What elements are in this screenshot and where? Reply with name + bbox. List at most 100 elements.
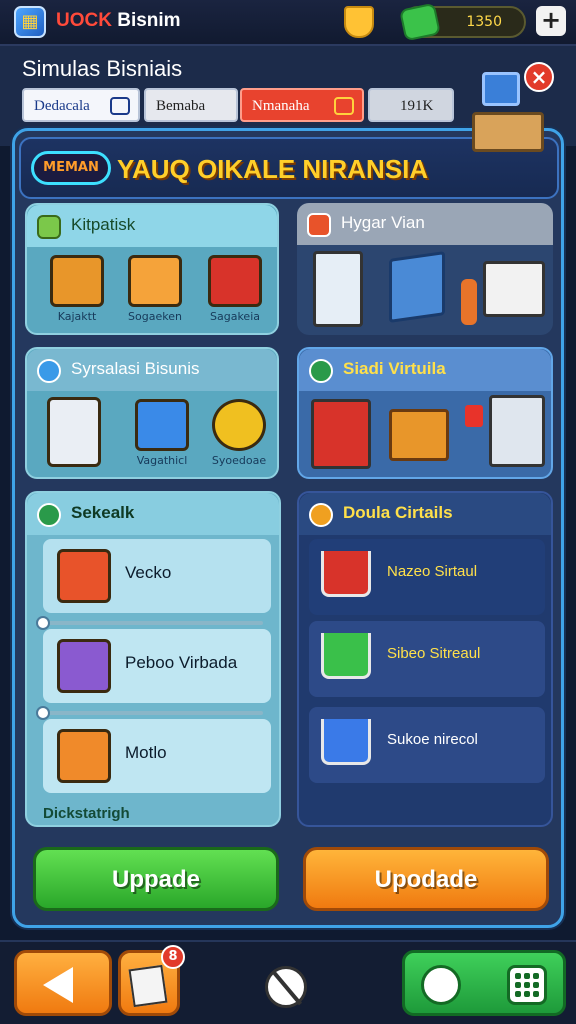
card-sekealk[interactable]: Sekealk Vecko Peboo Virbada Motlo Dickst… <box>25 491 281 827</box>
checkout-counter-icon <box>483 261 545 317</box>
card-hygar-vian[interactable]: Hygar Vian <box>297 203 553 335</box>
cash-icon <box>399 2 441 42</box>
item-tile[interactable]: Vagathicl <box>119 399 205 467</box>
center-disabled-icon[interactable] <box>265 966 307 1008</box>
row-label: Motlo <box>125 743 167 762</box>
card-title: Hygar Vian <box>341 213 425 232</box>
goods-box-icon <box>57 639 111 693</box>
row-label: Nazeo Sirtaul <box>387 563 478 580</box>
screen-icon <box>482 72 520 106</box>
shopping-cart-icon <box>321 551 371 597</box>
bag-icon <box>465 405 483 427</box>
title-prefix: UOCK <box>56 10 112 31</box>
page-title: Simulas Bisniais <box>22 56 183 81</box>
puzzle-icon <box>37 215 61 239</box>
row-label: Sibeo Sitreaul <box>387 645 481 662</box>
tab-bemaba[interactable]: Bemaba <box>144 88 238 122</box>
progress-slider[interactable] <box>36 706 263 720</box>
card-header: Hygar Vian <box>297 203 553 245</box>
gear-icon <box>309 503 333 527</box>
shopping-cart-icon <box>321 719 371 765</box>
tab-label: Bemaba <box>156 98 206 114</box>
produce-crate-icon <box>389 409 449 461</box>
close-button[interactable]: × <box>524 62 554 92</box>
card-header: Sekealk <box>27 493 279 535</box>
vending-machine-icon <box>313 251 363 327</box>
item-caption: Vagathicl <box>136 454 188 467</box>
fruit-basket-icon <box>57 729 111 783</box>
item-caption: Syoedoae <box>211 454 267 467</box>
slash-mark <box>271 970 303 1006</box>
gear-icon <box>334 97 354 115</box>
card-title: Sekealk <box>71 503 135 522</box>
item-caption: Sagakeia <box>210 310 260 323</box>
upgrade-button-left[interactable]: Uppade <box>33 847 279 911</box>
display-board-icon <box>389 251 445 323</box>
gear-icon <box>212 399 266 451</box>
tab-191k[interactable]: 191K <box>368 88 454 122</box>
card-title: Kitpatisk <box>71 215 136 234</box>
card-header: Syrsalasi Bisunis <box>27 349 277 391</box>
storefront-icon <box>311 399 371 469</box>
slider-knob[interactable] <box>36 706 50 720</box>
item-tile[interactable]: Sagakeia <box>197 255 273 323</box>
row-label: Peboo Virbada <box>125 653 238 672</box>
card-doula-cirtails[interactable]: Doula Cirtails Nazeo Sirtaul Sibeo Sitre… <box>297 491 553 827</box>
item-tile[interactable]: Kajaktt <box>41 255 113 323</box>
shopping-cart-icon <box>472 112 544 152</box>
slider-knob[interactable] <box>36 616 50 630</box>
game-logo-icon[interactable]: ▦ <box>14 6 46 38</box>
card-syrsalasi-bisunis[interactable]: Syrsalasi Bisunis Vagathicl Syoedoae <box>25 347 279 479</box>
list-item[interactable]: Peboo Virbada <box>43 629 271 703</box>
heart-icon[interactable] <box>421 965 461 1005</box>
item-caption: Kajaktt <box>57 310 97 323</box>
red-crate-icon <box>208 255 262 307</box>
shield-icon[interactable] <box>344 6 374 38</box>
item-tile[interactable]: Syoedoae <box>199 399 279 467</box>
list-item[interactable]: Sibeo Sitreaul <box>309 621 545 697</box>
upgrade-button-right[interactable]: Upodade <box>303 847 549 911</box>
app-title: UOCK Bisnim <box>56 10 181 32</box>
card-title: Syrsalasi Bisunis <box>71 359 200 378</box>
treasure-chest-icon <box>50 255 104 307</box>
tab-label: 191K <box>400 98 434 114</box>
shopping-cart-icon <box>321 633 371 679</box>
progress-slider[interactable] <box>36 616 263 630</box>
card-header: Kitpatisk <box>27 205 277 247</box>
card-title: Siadi Virtuila <box>343 359 446 378</box>
card-header: Doula Cirtails <box>299 493 551 535</box>
list-item[interactable]: Sukoe nirecol <box>309 707 545 783</box>
tab-label: Dedacala <box>34 98 90 114</box>
card-title: Doula Cirtails <box>343 503 453 522</box>
compass-icon <box>37 359 61 383</box>
tab-dedacala[interactable]: Dedacala <box>22 88 140 122</box>
card-footer-label: Dickstatrigh <box>43 805 130 822</box>
document-icon <box>128 964 168 1008</box>
gem-box-icon <box>128 255 182 307</box>
documents-button[interactable]: 8 <box>118 945 185 1016</box>
list-item[interactable]: Nazeo Sirtaul <box>309 539 545 615</box>
shopkeeper-icon <box>461 279 477 325</box>
tab-nmanaha[interactable]: Nmanaha <box>240 88 364 122</box>
shelf-tile[interactable] <box>43 397 105 467</box>
currency-value: 1350 <box>466 14 502 30</box>
currency-counter[interactable]: 1350 <box>399 2 526 42</box>
list-item[interactable]: Vecko <box>43 539 271 613</box>
title-suffix: Bisnim <box>111 10 181 31</box>
card-header: Siadi Virtuila <box>299 349 551 391</box>
back-arrow-icon <box>43 967 73 1003</box>
row-label: Vecko <box>125 563 172 582</box>
list-item[interactable]: Motlo <box>43 719 271 793</box>
logo-glyph: ▦ <box>21 11 39 32</box>
add-currency-button[interactable]: + <box>536 6 566 36</box>
notification-badge: 8 <box>161 945 185 969</box>
item-tile[interactable]: Sogaeken <box>119 255 191 323</box>
grid-menu-icon[interactable] <box>507 965 547 1005</box>
card-siadi-virtuila[interactable]: Siadi Virtuila <box>297 347 553 479</box>
banner-badge: MEMAN <box>31 151 111 185</box>
kiosk-icon <box>489 395 545 467</box>
card-kitpatisk[interactable]: Kitpatisk Kajaktt Sogaeken Sagakeia <box>25 203 279 335</box>
tab-label: Nmanaha <box>252 98 310 114</box>
back-button[interactable] <box>14 950 112 1016</box>
row-label: Sukoe nirecol <box>387 731 478 748</box>
